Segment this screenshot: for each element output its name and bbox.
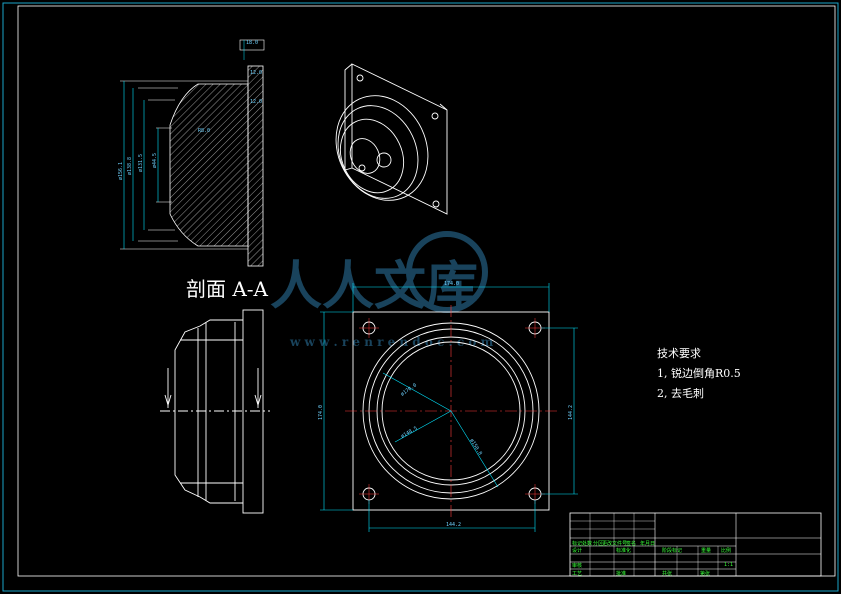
tb-r1-c1: 标记 xyxy=(572,540,582,547)
tb-r1-c5: 签名 xyxy=(626,540,636,547)
tb-r2-c7: 比例 xyxy=(721,547,731,554)
tb-r3-c7: 1:1 xyxy=(724,562,733,568)
dim-dia-mid: ø148.5 xyxy=(400,426,419,440)
watermark: 人人文库 w w w . r e n r e n d o c . c o m xyxy=(270,231,494,349)
tech-heading: 技术要求 xyxy=(657,347,701,360)
dim-step-1: 12.0 xyxy=(250,70,262,76)
dim-top-width: 174.0 xyxy=(444,281,459,287)
dim-dia-small: ø150.8 xyxy=(468,438,483,456)
tb-r4-c1: 工艺 xyxy=(572,571,582,577)
isometric-view xyxy=(335,63,448,215)
dim-section-d4: ø44.5 xyxy=(152,153,158,168)
dim-step-2: 12.0 xyxy=(250,99,262,105)
dim-flange-thickness: 18.0 xyxy=(246,40,258,46)
tb-r2-c5: 阶段标记 xyxy=(662,547,682,554)
dim-section-d3: ø131.5 xyxy=(138,154,144,172)
drawing-sheet: 人人文库 w w w . r e n r e n d o c . c o m ø… xyxy=(2,2,839,592)
section-view: ø156.1 ø138.8 ø131.5 ø44.5 18.0 12.0 12.… xyxy=(118,39,265,267)
tb-r2-c3: 标准化 xyxy=(616,547,631,554)
tb-r1-c2: 处数 xyxy=(582,540,592,547)
dim-bottom-width: 144.2 xyxy=(446,522,461,528)
dim-dia-large: ø170.0 xyxy=(400,382,418,397)
tb-r4-c6: 第张 xyxy=(700,570,710,577)
title-block: 标记 处数 分区 更改文件号 签名 年月日 设计 标准化 阶段标记 重量 比例 … xyxy=(569,512,822,577)
dim-left-height: 174.0 xyxy=(318,405,324,420)
tech-item-2: 2, 去毛刺 xyxy=(657,387,704,400)
tech-requirements: 技术要求 1, 锐边倒角R0.5 2, 去毛刺 xyxy=(657,347,741,400)
section-hatch xyxy=(169,83,249,247)
tb-r1-c6: 年月日 xyxy=(640,540,655,547)
tech-item-1: 1, 锐边倒角R0.5 xyxy=(657,366,741,380)
section-label: 剖面 A-A xyxy=(186,277,269,301)
side-view xyxy=(160,309,270,514)
tb-r4-c5: 共张 xyxy=(662,570,672,577)
tb-r4-c3: 批准 xyxy=(616,570,626,577)
tb-r3-c1: 审核 xyxy=(572,562,582,569)
tb-r2-c6: 重量 xyxy=(701,547,711,554)
tb-r1-c4: 更改文件号 xyxy=(602,540,627,547)
dim-right-height: 144.2 xyxy=(568,405,574,420)
tb-r2-c1: 设计 xyxy=(572,547,582,554)
section-flange xyxy=(247,65,264,267)
dim-section-radius: R8.0 xyxy=(198,128,210,134)
dim-section-d2: ø138.8 xyxy=(127,157,133,175)
dim-section-d1: ø156.1 xyxy=(118,162,124,180)
